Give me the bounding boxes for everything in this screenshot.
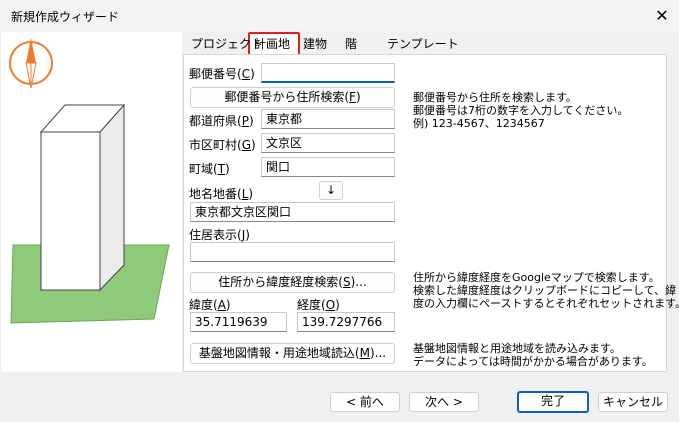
residence-label: 住居表示(J) [189,228,250,242]
town-label: 町域(T) [189,162,230,176]
postal-code-input[interactable] [261,63,395,83]
postal-help-text: 郵便番号から住所を検索します。 郵便番号は7桁の数字を入力してください。 例) … [413,91,629,130]
back-button[interactable]: < 前へ [330,392,400,412]
longitude-label: 経度(O) [297,298,340,312]
longitude-input[interactable]: 139.7297766 [297,312,395,332]
cancel-button[interactable]: キャンセル [598,392,668,412]
copy-address-down-button[interactable]: ↓ [319,181,343,200]
latitude-input[interactable]: 35.7119639 [190,312,287,332]
finish-button[interactable]: 完了 [517,391,589,413]
building-illustration [9,38,170,324]
search-address-button[interactable]: 郵便番号から住所検索(F) [190,87,395,108]
next-button[interactable]: 次へ > [409,392,479,412]
site-tab-panel: 郵便番号(C) 郵便番号から住所検索(F) 郵便番号から住所を検索します。 郵便… [183,54,679,372]
latlng-help-text: 住所から緯度経度をGoogleマップで検索します。 検索した緯度経度はクリップボ… [413,271,679,310]
load-base-map-button[interactable]: 基盤地図情報・用途地域読込(M)... [190,343,395,364]
latitude-label: 緯度(A) [189,298,231,312]
base-map-help-text: 基盤地図情報と用途地域を読み込みます。 データによっては時間がかかる場合がありま… [413,342,653,368]
window-title: 新規作成ウィザード [11,10,120,24]
town-input[interactable]: 関口 [261,157,395,177]
lot-number-label: 地名地番(L) [189,187,254,201]
site-illustration-panel [1,32,182,372]
tab-floor[interactable]: 階 [341,35,361,53]
latlng-search-button[interactable]: 住所から緯度経度検索(S)... [190,272,395,293]
close-icon[interactable]: ✕ [652,6,672,26]
building-front-face [40,131,101,291]
tab-site[interactable]: 計画地 [250,35,294,53]
tab-strip: プロジェクト 計画地 建物 階 テンプレート [183,32,667,56]
compass-icon [9,38,53,89]
prefecture-label: 都道府県(P) [189,114,254,128]
postal-code-label: 郵便番号(C) [189,67,255,81]
building-side-face [99,103,125,292]
city-input[interactable]: 文京区 [261,133,395,153]
prefecture-input[interactable]: 東京都 [261,109,395,129]
city-label: 市区町村(G) [189,138,256,152]
lot-number-input[interactable]: 東京都文京区関口 [190,202,395,222]
residence-input[interactable] [190,242,395,262]
tab-template[interactable]: テンプレート [383,35,463,53]
tab-building[interactable]: 建物 [299,35,331,53]
